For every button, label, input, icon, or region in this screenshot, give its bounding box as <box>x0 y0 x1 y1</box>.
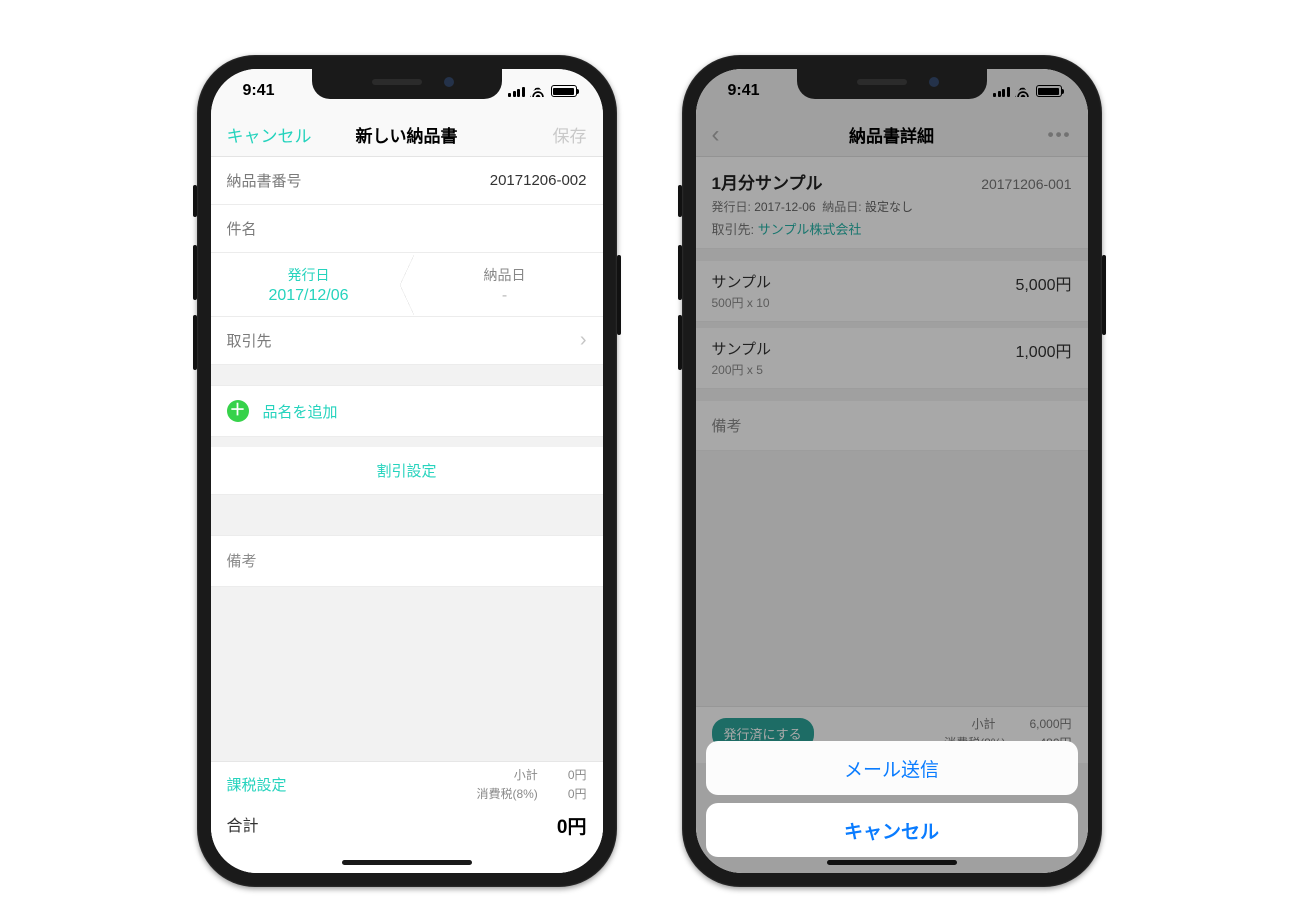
delivery-date-button[interactable]: 納品日 - <box>407 255 603 315</box>
doc-number-value: 20171206-002 <box>490 172 587 189</box>
cancel-button[interactable]: キャンセル <box>227 122 313 147</box>
client-row[interactable]: 取引先 › <box>211 317 603 365</box>
subject-label: 件名 <box>227 218 257 239</box>
battery-icon <box>551 85 577 97</box>
tax-label: 消費税(8%) <box>476 785 537 802</box>
phone-frame-right: 9:41 ‹ 納品書詳細 ••• 1月分サンプル 20171206-001 <box>682 55 1102 887</box>
delivery-date-value: - <box>502 287 507 305</box>
page-title: 新しい納品書 <box>313 122 501 147</box>
delivery-date-label: 納品日 <box>484 265 526 285</box>
save-button[interactable]: 保存 <box>501 122 587 147</box>
home-indicator[interactable] <box>342 860 472 865</box>
total-value: 0円 <box>557 812 587 839</box>
notes-field[interactable]: 備考 <box>211 535 603 587</box>
signal-icon <box>508 85 525 97</box>
totals-footer: 課税設定 小計 0円 消費税(8%) 0円 <box>211 761 603 873</box>
sheet-cancel-button[interactable]: キャンセル <box>706 803 1078 857</box>
home-indicator[interactable] <box>827 860 957 865</box>
chevron-right-icon: › <box>580 329 587 352</box>
action-sheet: メール送信 キャンセル <box>706 741 1078 857</box>
doc-number-row[interactable]: 納品書番号 20171206-002 <box>211 157 603 205</box>
subject-row[interactable]: 件名 <box>211 205 603 253</box>
issue-date-button[interactable]: 発行日 2017/12/06 <box>211 255 407 315</box>
tax-settings-button[interactable]: 課税設定 <box>227 774 287 795</box>
client-label: 取引先 <box>227 330 272 351</box>
form-content: 納品書番号 20171206-002 件名 発行日 2017/12/06 納品日 <box>211 157 603 873</box>
navbar: キャンセル 新しい納品書 保存 <box>211 113 603 157</box>
send-mail-button[interactable]: メール送信 <box>706 741 1078 795</box>
doc-number-label: 納品書番号 <box>227 170 302 191</box>
total-label: 合計 <box>227 812 259 839</box>
plus-icon: ＋ <box>227 400 249 422</box>
issue-date-label: 発行日 <box>288 265 330 285</box>
tax-value: 0円 <box>568 785 587 802</box>
phone-frame-left: 9:41 キャンセル 新しい納品書 保存 納品書番号 20171206-002 <box>197 55 617 887</box>
add-item-button[interactable]: ＋ 品名を追加 <box>211 385 603 437</box>
issue-date-value: 2017/12/06 <box>268 287 348 305</box>
wifi-icon <box>530 85 546 97</box>
status-time: 9:41 <box>243 82 275 100</box>
discount-button[interactable]: 割引設定 <box>211 447 603 495</box>
subtotal-value: 0円 <box>568 766 587 783</box>
add-item-label: 品名を追加 <box>263 401 338 422</box>
notch <box>312 69 502 99</box>
dates-row: 発行日 2017/12/06 納品日 - <box>211 253 603 317</box>
subtotal-label: 小計 <box>514 766 538 783</box>
notch <box>797 69 987 99</box>
